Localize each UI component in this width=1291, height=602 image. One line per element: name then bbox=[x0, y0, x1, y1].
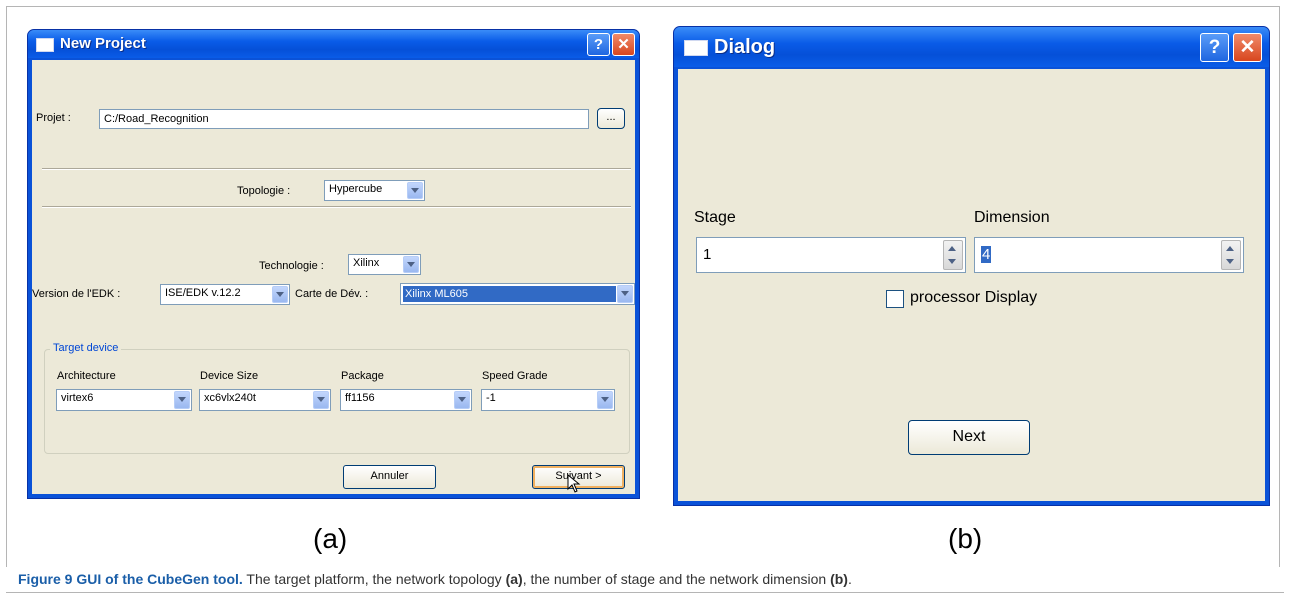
topology-value: Hypercube bbox=[329, 183, 383, 195]
architecture-value: virtex6 bbox=[61, 392, 94, 404]
architecture-label: Architecture bbox=[57, 370, 116, 382]
topology-select[interactable]: Hypercube bbox=[324, 180, 425, 201]
window-icon bbox=[684, 40, 708, 56]
package-select[interactable]: ff1156 bbox=[340, 389, 472, 411]
next-button[interactable]: Next bbox=[908, 420, 1030, 455]
technology-value: Xilinx bbox=[353, 257, 380, 269]
chevron-down-icon[interactable] bbox=[403, 256, 419, 273]
device-size-select[interactable]: xc6vlx240t bbox=[199, 389, 331, 411]
target-device-title: Target device bbox=[50, 342, 122, 354]
dialog-window: Dialog ? ✕ Stage 1 Dimension 4 processor… bbox=[673, 26, 1270, 506]
board-label: Carte de Dév. : bbox=[295, 288, 369, 300]
chevron-down-icon[interactable] bbox=[617, 285, 633, 303]
topology-label: Topologie : bbox=[237, 185, 291, 197]
title-bar: New Project ? ✕ bbox=[28, 30, 639, 58]
dimension-value: 4 bbox=[981, 246, 992, 263]
chevron-down-icon[interactable] bbox=[272, 286, 288, 303]
new-project-window: New Project ? ✕ Projet : C:/Road_Recogni… bbox=[27, 29, 640, 499]
cancel-button[interactable]: Annuler bbox=[343, 465, 436, 489]
stage-spinbox[interactable]: 1 bbox=[696, 237, 966, 273]
window-title: Dialog bbox=[714, 36, 776, 58]
device-size-label: Device Size bbox=[200, 370, 259, 382]
browse-button[interactable]: ... bbox=[597, 108, 625, 129]
help-button[interactable]: ? bbox=[1200, 33, 1229, 62]
technology-select[interactable]: Xilinx bbox=[348, 254, 421, 275]
board-select[interactable]: Xilinx ML605 bbox=[400, 283, 635, 305]
stage-value: 1 bbox=[703, 246, 712, 263]
package-value: ff1156 bbox=[345, 392, 375, 404]
chevron-down-icon[interactable] bbox=[948, 259, 956, 264]
caption-b: (b) bbox=[948, 523, 983, 554]
window-client: Stage 1 Dimension 4 processor Display Ne… bbox=[678, 69, 1265, 501]
speed-grade-value: -1 bbox=[486, 392, 496, 404]
caption-divider bbox=[6, 592, 1284, 593]
window-title: New Project bbox=[60, 35, 146, 52]
dimension-label: Dimension bbox=[974, 209, 1050, 226]
close-button[interactable]: ✕ bbox=[1233, 33, 1262, 62]
project-path-input[interactable]: C:/Road_Recognition bbox=[99, 109, 589, 129]
figure-caption-text: , the number of stage and the network di… bbox=[522, 571, 831, 587]
chevron-down-icon[interactable] bbox=[597, 391, 613, 409]
edk-version-select[interactable]: ISE/EDK v.12.2 bbox=[160, 284, 290, 305]
spin-buttons[interactable] bbox=[1221, 240, 1241, 270]
figure-caption: Figure 9 GUI of the CubeGen tool. The ta… bbox=[18, 571, 852, 587]
divider bbox=[42, 206, 631, 208]
architecture-select[interactable]: virtex6 bbox=[56, 389, 192, 411]
chevron-down-icon[interactable] bbox=[174, 391, 190, 409]
technology-label: Technologie : bbox=[259, 260, 324, 272]
divider bbox=[42, 168, 631, 170]
chevron-down-icon[interactable] bbox=[407, 182, 423, 199]
figure-caption-lead: Figure 9 GUI of the CubeGen tool. bbox=[18, 571, 243, 587]
edk-version-label: Version de l'EDK : bbox=[32, 288, 121, 300]
dimension-spinbox[interactable]: 4 bbox=[974, 237, 1244, 273]
caption-a: (a) bbox=[313, 523, 348, 554]
figure-caption-text: The target platform, the network topolog… bbox=[242, 571, 506, 587]
speed-grade-label: Speed Grade bbox=[482, 370, 548, 382]
processor-display-label: processor Display bbox=[910, 289, 1038, 306]
package-label: Package bbox=[341, 370, 384, 382]
help-button[interactable]: ? bbox=[587, 33, 610, 56]
chevron-up-icon[interactable] bbox=[1226, 246, 1234, 251]
stage-label: Stage bbox=[694, 209, 736, 226]
chevron-down-icon[interactable] bbox=[454, 391, 470, 409]
processor-display-checkbox[interactable] bbox=[886, 290, 904, 308]
figure-caption-ref-b: (b) bbox=[830, 571, 848, 587]
project-label: Projet : bbox=[36, 112, 71, 124]
chevron-down-icon[interactable] bbox=[1226, 259, 1234, 264]
title-bar: Dialog ? ✕ bbox=[674, 27, 1269, 67]
spin-buttons[interactable] bbox=[943, 240, 963, 270]
close-button[interactable]: ✕ bbox=[612, 33, 635, 56]
figure-caption-ref-a: (a) bbox=[505, 571, 523, 587]
edk-version-value: ISE/EDK v.12.2 bbox=[165, 287, 241, 299]
device-size-value: xc6vlx240t bbox=[204, 392, 256, 404]
speed-grade-select[interactable]: -1 bbox=[481, 389, 615, 411]
chevron-down-icon[interactable] bbox=[313, 391, 329, 409]
board-value: Xilinx ML605 bbox=[403, 286, 616, 302]
chevron-up-icon[interactable] bbox=[948, 246, 956, 251]
mouse-cursor-icon bbox=[567, 474, 581, 493]
window-client: Projet : C:/Road_Recognition ... Topolog… bbox=[32, 60, 635, 494]
window-icon bbox=[36, 38, 54, 52]
figure-caption-text: . bbox=[847, 571, 852, 587]
